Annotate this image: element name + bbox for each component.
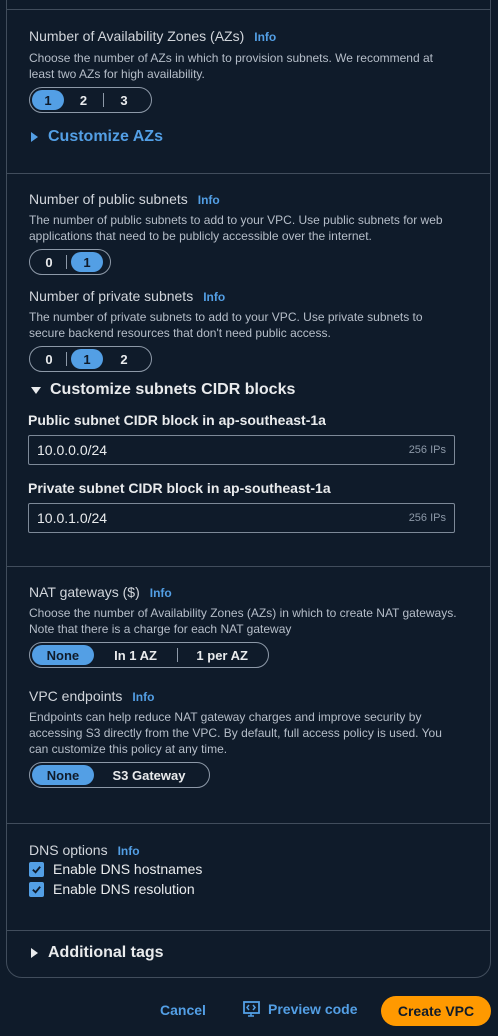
dns-info-link[interactable]: Info xyxy=(118,844,140,858)
caret-right-icon xyxy=(31,132,38,142)
azs-label: Number of Availability Zones (AZs) xyxy=(29,28,245,44)
nat-option-1-per-az[interactable]: 1 per AZ xyxy=(178,645,266,665)
private-subnets-option-0[interactable]: 0 xyxy=(32,349,66,369)
customize-cidr-label: Customize subnets CIDR blocks xyxy=(50,381,296,398)
nat-segmented-control: None In 1 AZ 1 per AZ xyxy=(29,642,269,668)
cancel-button[interactable]: Cancel xyxy=(160,1002,206,1018)
public-subnets-label: Number of public subnets xyxy=(29,191,188,207)
public-cidr-value: 10.0.0.0/24 xyxy=(37,442,108,458)
nat-info-link[interactable]: Info xyxy=(150,586,172,600)
private-subnets-info-link[interactable]: Info xyxy=(203,290,225,304)
azs-info-link[interactable]: Info xyxy=(254,30,276,44)
private-cidr-input[interactable]: 10.0.1.0/24 256 IPs xyxy=(28,503,455,533)
vpc-settings-panel: Number of Availability Zones (AZs) Info C… xyxy=(6,0,491,978)
dns-section: DNS options Info Enable DNS hostnames Ena… xyxy=(7,823,490,930)
nat-option-none[interactable]: None xyxy=(32,645,94,665)
private-subnets-segmented-control: 0 1 2 xyxy=(29,346,152,372)
endpoints-segmented-control: None S3 Gateway xyxy=(29,762,210,788)
customize-azs-label: Customize AZs xyxy=(48,128,163,145)
private-cidr-ip-count: 256 IPs xyxy=(408,512,446,524)
additional-tags-label: Additional tags xyxy=(48,944,164,961)
private-cidr-label: Private subnet CIDR block in ap-southeas… xyxy=(28,480,331,496)
nat-option-in-1-az[interactable]: In 1 AZ xyxy=(94,645,178,665)
preview-code-button[interactable]: Preview code xyxy=(243,1001,358,1017)
dns-resolution-checkbox[interactable]: Enable DNS resolution xyxy=(29,881,195,897)
public-subnets-segmented-control: 0 1 xyxy=(29,249,111,275)
private-subnets-option-2[interactable]: 2 xyxy=(103,349,145,369)
dns-hostnames-label: Enable DNS hostnames xyxy=(53,861,203,877)
caret-down-icon xyxy=(31,386,41,394)
additional-tags-expander[interactable]: Additional tags xyxy=(31,944,164,962)
public-subnets-option-1[interactable]: 1 xyxy=(71,252,103,272)
subnets-section: Number of public subnets Info The number … xyxy=(7,173,490,566)
public-subnets-info-link[interactable]: Info xyxy=(198,193,220,207)
customize-cidr-expander[interactable]: Customize subnets CIDR blocks xyxy=(31,381,295,399)
azs-option-1[interactable]: 1 xyxy=(32,90,64,110)
public-cidr-label: Public subnet CIDR block in ap-southeast… xyxy=(28,412,326,428)
azs-option-3[interactable]: 3 xyxy=(104,90,144,110)
nat-description: Choose the number of Availability Zones … xyxy=(29,606,457,636)
private-subnets-label: Number of private subnets xyxy=(29,288,194,304)
azs-description: Choose the number of AZs in which to pro… xyxy=(29,51,433,81)
checkmark-icon xyxy=(29,861,44,877)
public-subnets-description: The number of public subnets to add to y… xyxy=(29,213,443,243)
public-subnets-option-0[interactable]: 0 xyxy=(32,252,66,272)
checkmark-icon xyxy=(29,881,44,897)
endpoints-info-link[interactable]: Info xyxy=(132,690,154,704)
azs-option-2[interactable]: 2 xyxy=(64,90,103,110)
public-cidr-ip-count: 256 IPs xyxy=(408,444,446,456)
segment-divider xyxy=(66,255,67,269)
create-vpc-button[interactable]: Create VPC xyxy=(381,996,491,1026)
caret-right-icon xyxy=(31,948,38,958)
private-cidr-value: 10.0.1.0/24 xyxy=(37,510,108,526)
preview-code-label: Preview code xyxy=(268,1001,358,1017)
nat-label: NAT gateways ($) xyxy=(29,584,140,600)
public-subnets-heading: Number of public subnets Info xyxy=(29,191,220,207)
dns-hostnames-checkbox[interactable]: Enable DNS hostnames xyxy=(29,861,202,877)
tags-section: Additional tags xyxy=(7,930,490,978)
segment-divider xyxy=(66,352,67,366)
private-subnets-description: The number of private subnets to add to … xyxy=(29,310,423,340)
endpoints-heading: VPC endpoints Info xyxy=(29,688,154,704)
azs-segmented-control: 1 2 3 xyxy=(29,87,152,113)
public-cidr-input[interactable]: 10.0.0.0/24 256 IPs xyxy=(28,435,455,465)
nat-heading: NAT gateways ($) Info xyxy=(29,584,172,600)
endpoints-option-none[interactable]: None xyxy=(32,765,94,785)
dns-resolution-label: Enable DNS resolution xyxy=(53,881,195,897)
preview-code-icon xyxy=(243,1001,260,1017)
azs-section: Number of Availability Zones (AZs) Info C… xyxy=(7,9,490,173)
nat-endpoints-section: NAT gateways ($) Info Choose the number o… xyxy=(7,566,490,823)
private-subnets-heading: Number of private subnets Info xyxy=(29,288,225,304)
endpoints-label: VPC endpoints xyxy=(29,688,123,704)
dns-heading: DNS options Info xyxy=(29,842,140,858)
endpoints-description: Endpoints can help reduce NAT gateway ch… xyxy=(29,710,442,756)
endpoints-option-s3-gateway[interactable]: S3 Gateway xyxy=(94,765,204,785)
azs-heading: Number of Availability Zones (AZs) Info xyxy=(29,28,276,44)
dns-label: DNS options xyxy=(29,842,108,858)
private-subnets-option-1[interactable]: 1 xyxy=(71,349,103,369)
customize-azs-expander[interactable]: Customize AZs xyxy=(31,128,163,146)
